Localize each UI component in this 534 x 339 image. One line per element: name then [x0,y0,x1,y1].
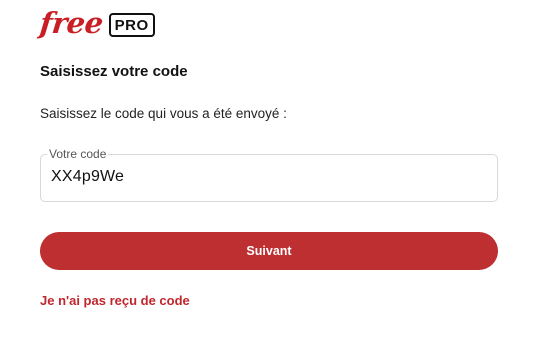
code-field[interactable]: Votre code [40,146,498,202]
code-field-label: Votre code [47,146,109,162]
code-input[interactable] [51,168,481,186]
instruction-text: Saisissez le code qui vous a été envoyé … [40,106,287,121]
logo-pro-badge: PRO [108,13,155,37]
next-button[interactable]: Suivant [40,232,498,270]
free-pro-logo: free PRO [38,5,155,40]
resend-code-link[interactable]: Je n'ai pas reçu de code [40,293,190,308]
logo-brand-text: free [38,5,105,40]
page-title: Saisissez votre code [40,63,188,80]
